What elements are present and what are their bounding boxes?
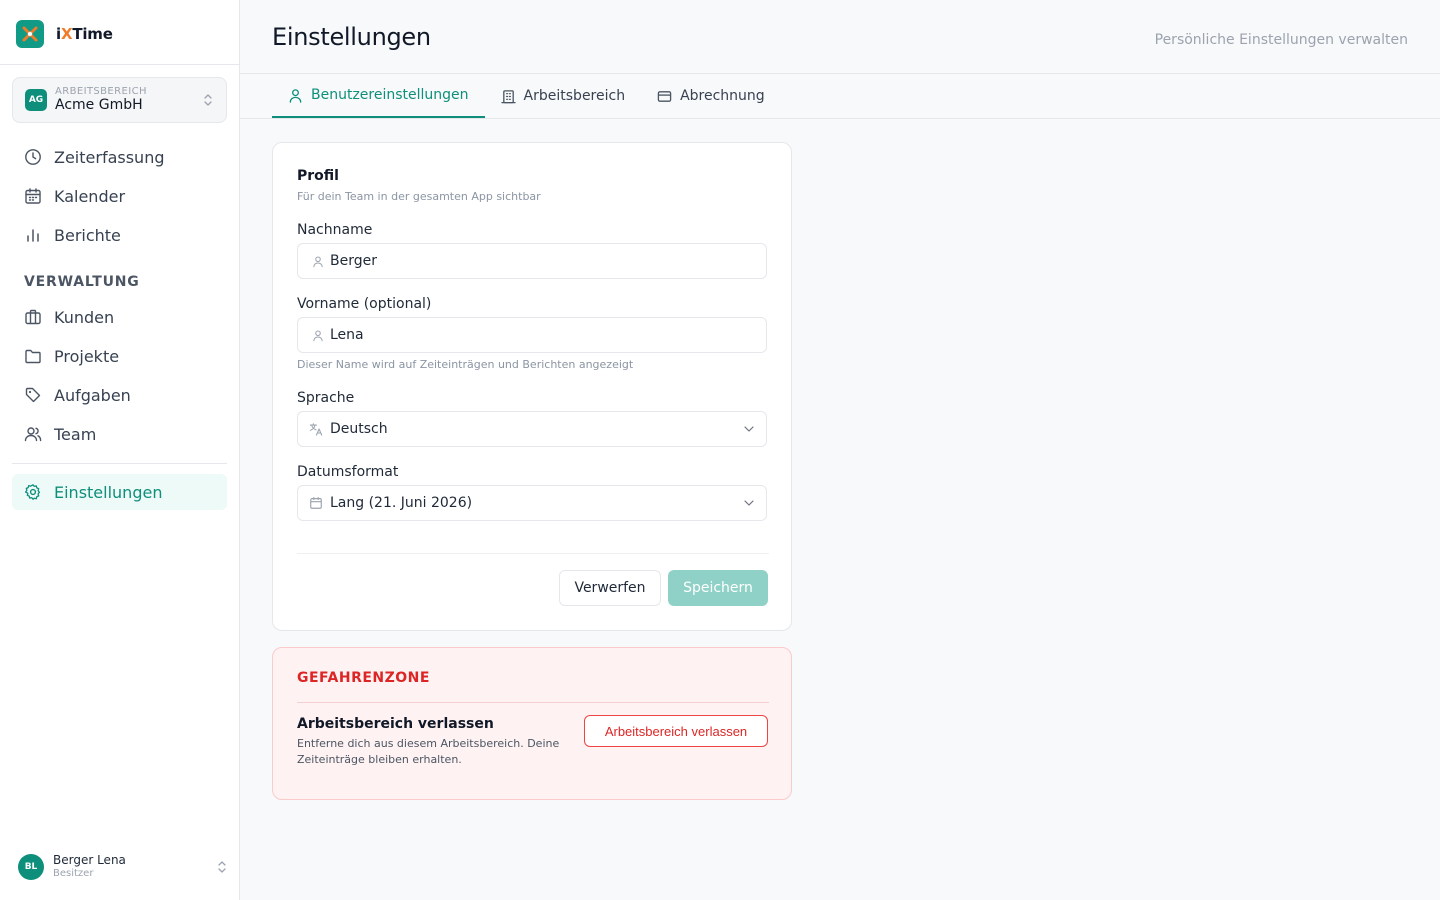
profile-card: Profil Für dein Team in der gesamten App…	[272, 142, 792, 631]
folder-icon	[24, 347, 42, 365]
chevron-down-icon	[744, 500, 754, 506]
brand-divider	[0, 64, 239, 65]
workspace-label: ARBEITSBEREICH	[55, 86, 147, 98]
sidebar-item-label: Zeiterfassung	[54, 147, 165, 167]
chevron-up-down-icon	[202, 93, 214, 107]
card-divider	[297, 553, 769, 554]
danger-zone-title: GEFAHRENZONE	[297, 670, 430, 686]
user-name: Berger Lena	[53, 853, 126, 868]
sidebar: iXTime AG ARBEITSBEREICH Acme GmbH Zeite…	[0, 0, 240, 900]
danger-zone: GEFAHRENZONE Arbeitsbereich verlassen En…	[272, 647, 792, 800]
app-logo-icon	[16, 20, 44, 48]
sidebar-item-berichte[interactable]: Berichte	[12, 217, 227, 253]
user-icon	[312, 329, 324, 342]
sidebar-item-kunden[interactable]: Kunden	[12, 299, 227, 335]
sidebar-item-label: Einstellungen	[54, 482, 163, 502]
sidebar-item-label: Kalender	[54, 186, 126, 206]
avatar: BL	[18, 854, 44, 880]
credit-card-icon	[657, 89, 672, 104]
profile-description: Für dein Team in der gesamten App sichtb…	[297, 190, 541, 203]
last-name-field[interactable]: Berger	[297, 243, 767, 279]
nav-divider	[12, 463, 227, 464]
sidebar-item-aufgaben[interactable]: Aufgaben	[12, 377, 227, 413]
gear-icon	[24, 483, 42, 501]
chevron-down-icon	[744, 426, 754, 432]
users-icon	[24, 425, 42, 443]
first-name-label: Vorname (optional)	[297, 296, 432, 312]
tag-icon	[24, 386, 42, 404]
tab-abrechnung[interactable]: Abrechnung	[641, 74, 781, 118]
last-name-value: Berger	[330, 253, 377, 269]
user-icon	[288, 88, 303, 103]
sidebar-item-projekte[interactable]: Projekte	[12, 338, 227, 374]
leave-workspace-description: Entferne dich aus diesem Arbeitsbereich.…	[297, 737, 560, 766]
leave-workspace-heading: Arbeitsbereich verlassen	[297, 716, 494, 732]
user-menu[interactable]: BL Berger Lena Besitzer	[18, 852, 228, 882]
page-subtitle: Persönliche Einstellungen verwalten	[1154, 32, 1408, 48]
calendar-icon	[24, 187, 42, 205]
first-name-value: Lena	[330, 327, 364, 343]
bar-chart-icon	[24, 226, 42, 244]
tab-label: Arbeitsbereich	[523, 88, 626, 104]
sidebar-item-label: Aufgaben	[54, 385, 131, 405]
page-title: Einstellungen	[272, 23, 431, 51]
last-name-label: Nachname	[297, 222, 373, 238]
settings-tabs: Benutzereinstellungen Arbeitsbereich Abr…	[272, 74, 781, 119]
clock-icon	[24, 148, 42, 166]
translate-icon	[309, 422, 323, 436]
date-format-value: Lang (21. Juni 2026)	[330, 495, 473, 511]
building-icon	[500, 89, 516, 104]
tabs-divider	[240, 118, 1440, 119]
user-icon	[312, 255, 324, 268]
sidebar-item-einstellungen[interactable]: Einstellungen	[12, 474, 227, 510]
date-format-select[interactable]: Lang (21. Juni 2026)	[297, 485, 767, 521]
leave-workspace-button[interactable]: Arbeitsbereich verlassen	[584, 715, 768, 747]
brand[interactable]: iXTime	[16, 20, 113, 48]
tab-label: Benutzereinstellungen	[311, 87, 469, 103]
user-role: Besitzer	[53, 868, 94, 880]
language-label: Sprache	[297, 390, 355, 406]
sidebar-item-zeiterfassung[interactable]: Zeiterfassung	[12, 139, 227, 175]
language-value: Deutsch	[330, 421, 388, 437]
danger-zone-divider	[297, 702, 769, 703]
sidebar-item-label: Kunden	[54, 307, 115, 327]
calendar-icon	[309, 496, 323, 510]
first-name-field[interactable]: Lena	[297, 317, 767, 353]
workspace-badge: AG	[25, 89, 47, 111]
discard-button[interactable]: Verwerfen	[559, 570, 661, 606]
language-select[interactable]: Deutsch	[297, 411, 767, 447]
sidebar-item-label: Projekte	[54, 346, 120, 366]
sidebar-item-label: Team	[54, 424, 97, 444]
workspace-switcher[interactable]: AG ARBEITSBEREICH Acme GmbH	[12, 77, 227, 123]
workspace-name: Acme GmbH	[55, 97, 143, 114]
profile-title: Profil	[297, 168, 339, 184]
sidebar-item-kalender[interactable]: Kalender	[12, 178, 227, 214]
tab-label: Abrechnung	[680, 88, 765, 104]
briefcase-icon	[24, 308, 42, 326]
nav-section-title: VERWALTUNG	[24, 274, 140, 290]
app-name: iXTime	[56, 25, 113, 43]
tab-benutzereinstellungen[interactable]: Benutzereinstellungen	[272, 74, 485, 118]
tab-arbeitsbereich[interactable]: Arbeitsbereich	[485, 74, 642, 118]
save-button[interactable]: Speichern	[668, 570, 768, 606]
name-hint: Dieser Name wird auf Zeiteinträgen und B…	[297, 358, 634, 371]
sidebar-item-team[interactable]: Team	[12, 416, 227, 452]
sidebar-item-label: Berichte	[54, 225, 121, 245]
chevron-up-down-icon	[216, 860, 228, 874]
date-format-label: Datumsformat	[297, 464, 399, 480]
